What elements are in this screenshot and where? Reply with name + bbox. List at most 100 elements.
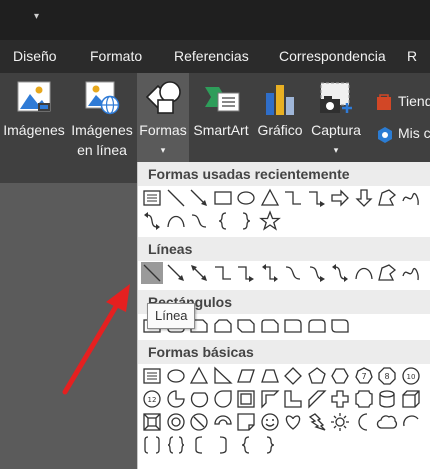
tab-correspondencia[interactable]: Correspondencia bbox=[279, 48, 386, 64]
recent-shape-curve[interactable] bbox=[188, 210, 210, 232]
lines-shape-scribble[interactable] bbox=[400, 262, 422, 284]
basic-shape-cloud[interactable] bbox=[376, 411, 398, 433]
basic-shape-diamond[interactable] bbox=[282, 365, 304, 387]
basic-shape-trapezoid[interactable] bbox=[259, 365, 281, 387]
basic-shape-parallelogram[interactable] bbox=[235, 365, 257, 387]
imagenes-button[interactable]: Imágenes bbox=[0, 73, 68, 183]
basic-shape-arcshape[interactable] bbox=[400, 411, 422, 433]
recent-shape-curvedbl[interactable] bbox=[141, 210, 163, 232]
recent-shape-scribble[interactable] bbox=[400, 187, 422, 209]
basic-shape-pentagon[interactable] bbox=[306, 365, 328, 387]
tienda-button[interactable]: Tiend bbox=[374, 91, 430, 115]
lines-shape-curvedbl[interactable] bbox=[329, 262, 351, 284]
basic-shape-lbracket[interactable] bbox=[188, 434, 210, 456]
lines-shape-curve[interactable] bbox=[282, 262, 304, 284]
recent-shape-darrow[interactable] bbox=[353, 187, 375, 209]
mis-complementos-button[interactable]: Mis c bbox=[374, 123, 430, 147]
basic-shape-heptagon[interactable]: 7 bbox=[353, 365, 375, 387]
basic-shape-lightning[interactable] bbox=[306, 411, 328, 433]
basic-shape-teardrop[interactable] bbox=[212, 388, 234, 410]
lines-shape-dblarrow[interactable] bbox=[188, 262, 210, 284]
screenshot-icon bbox=[320, 82, 352, 113]
basic-shape-decagon[interactable]: 10 bbox=[400, 365, 422, 387]
tab-referencias[interactable]: Referencias bbox=[174, 48, 249, 64]
basic-shape-smiley[interactable] bbox=[259, 411, 281, 433]
basic-shape-plaque[interactable] bbox=[353, 388, 375, 410]
basic-shape-dblbracket[interactable] bbox=[141, 434, 163, 456]
recent-shape-textbox[interactable] bbox=[141, 187, 163, 209]
basic-shape-triangle[interactable] bbox=[188, 365, 210, 387]
basic-shape-donut[interactable] bbox=[165, 411, 187, 433]
rect-shape-roundd[interactable] bbox=[329, 315, 351, 337]
recent-shape-line[interactable] bbox=[165, 187, 187, 209]
basic-shape-chord[interactable] bbox=[188, 388, 210, 410]
heptagon-icon: 7 bbox=[354, 367, 373, 384]
recent-shape-ellipse[interactable] bbox=[235, 187, 257, 209]
basic-shape-can[interactable] bbox=[376, 388, 398, 410]
lines-shape-elbowdbl[interactable] bbox=[259, 262, 281, 284]
basic-shape-halfframe[interactable] bbox=[259, 388, 281, 410]
heart-icon bbox=[285, 415, 301, 430]
lines-shape-arc[interactable] bbox=[353, 262, 375, 284]
tab-diseno[interactable]: Diseño bbox=[13, 48, 57, 64]
roundd-icon bbox=[331, 319, 349, 333]
basic-shape-cross[interactable] bbox=[329, 388, 351, 410]
basic-shape-cube[interactable] bbox=[400, 388, 422, 410]
basic-shape-rbrace[interactable] bbox=[259, 434, 281, 456]
recent-shape-arc[interactable] bbox=[165, 210, 187, 232]
bevel-icon bbox=[143, 413, 161, 431]
basic-shape-pie[interactable] bbox=[165, 388, 187, 410]
lbracket-icon bbox=[195, 436, 203, 454]
recent-shape-rarrow[interactable] bbox=[329, 187, 351, 209]
rect-shape-snip2[interactable] bbox=[212, 315, 234, 337]
lines-shape-elbow[interactable] bbox=[212, 262, 234, 284]
basic-shape-rbracket[interactable] bbox=[212, 434, 234, 456]
basic-shape-sun[interactable] bbox=[329, 411, 351, 433]
recent-shape-rbrace[interactable] bbox=[235, 210, 257, 232]
rect-shape-round1[interactable] bbox=[282, 315, 304, 337]
lines-shape-curvearrow[interactable] bbox=[306, 262, 328, 284]
basic-shape-textbox[interactable] bbox=[141, 365, 163, 387]
basic-shape-heart[interactable] bbox=[282, 411, 304, 433]
basic-shape-hexagon[interactable] bbox=[329, 365, 351, 387]
basic-shape-bevel[interactable] bbox=[141, 411, 163, 433]
rect-shape-round2[interactable] bbox=[306, 315, 328, 337]
svg-text:10: 10 bbox=[406, 373, 415, 381]
recent-shape-elbow[interactable] bbox=[282, 187, 304, 209]
basic-shape-lshape[interactable] bbox=[282, 388, 304, 410]
basic-shape-dblbrace[interactable] bbox=[165, 434, 187, 456]
recent-shape-elbowarrow[interactable] bbox=[306, 187, 328, 209]
tab-formato[interactable]: Formato bbox=[90, 48, 142, 64]
rect-shape-sniprnd[interactable] bbox=[259, 315, 281, 337]
lines-shape-freeform[interactable] bbox=[376, 262, 398, 284]
recent-shape-star[interactable] bbox=[258, 210, 281, 232]
recent-shape-freeform[interactable] bbox=[376, 187, 398, 209]
recent-shape-arrowline[interactable] bbox=[188, 187, 210, 209]
lbrace-icon bbox=[218, 212, 226, 230]
basic-shape-lbrace[interactable] bbox=[235, 434, 257, 456]
basic-shape-nosymbol[interactable] bbox=[188, 411, 210, 433]
basic-shape-rtriangle[interactable] bbox=[212, 365, 234, 387]
lines-shape-arrowline[interactable] bbox=[165, 262, 187, 284]
rect-shape-snipd[interactable] bbox=[235, 315, 257, 337]
recent-shape-triangle[interactable] bbox=[259, 187, 281, 209]
parallelogram-icon bbox=[237, 369, 255, 383]
lines-shape-elbowarrow[interactable] bbox=[235, 262, 257, 284]
tab-revisar[interactable]: R bbox=[407, 48, 417, 64]
basic-shape-folded[interactable] bbox=[235, 411, 257, 433]
scribble-icon bbox=[401, 267, 419, 281]
basic-shape-dodecagon[interactable]: 12 bbox=[141, 388, 163, 410]
customize-toolbar-icon[interactable]: ▾ bbox=[34, 12, 44, 22]
dodecagon-icon: 12 bbox=[143, 390, 161, 408]
online-pictures-button[interactable]: Imágenes en línea bbox=[68, 73, 136, 183]
basic-shape-frame[interactable] bbox=[235, 388, 257, 410]
recent-shape-lbrace[interactable] bbox=[212, 210, 234, 232]
lines-shape-line[interactable] bbox=[141, 262, 163, 284]
elbowdbl-icon bbox=[261, 264, 278, 282]
basic-shape-moon[interactable] bbox=[353, 411, 375, 433]
recent-shape-rect[interactable] bbox=[212, 187, 234, 209]
basic-shape-blockarc[interactable] bbox=[212, 411, 234, 433]
basic-shape-ellipse[interactable] bbox=[165, 365, 187, 387]
basic-shape-octagon[interactable]: 8 bbox=[376, 365, 398, 387]
basic-shape-diagstripe[interactable] bbox=[306, 388, 328, 410]
